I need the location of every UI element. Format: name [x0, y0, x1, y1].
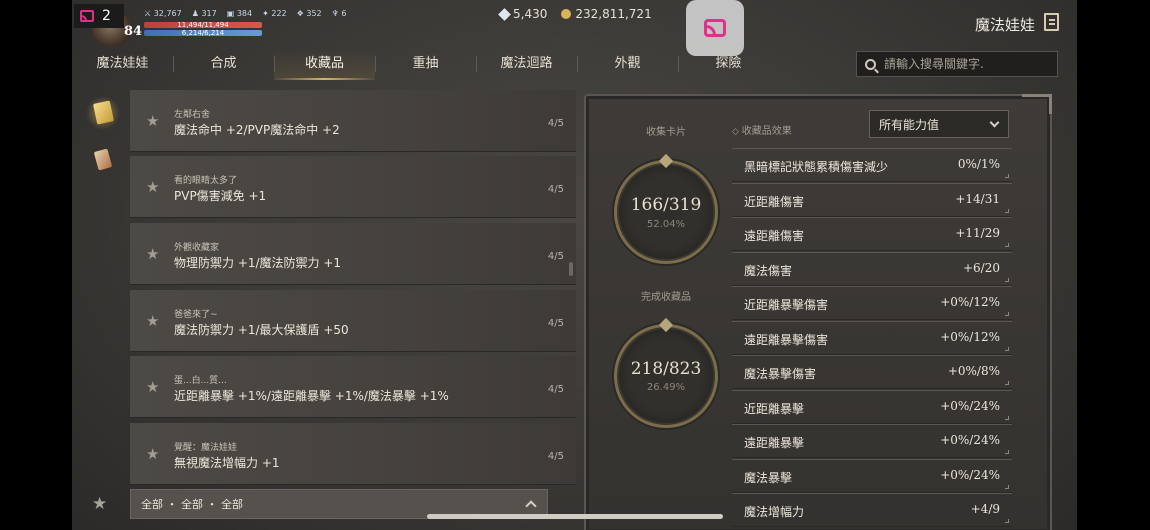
search-icon	[865, 58, 876, 70]
effect-row: 遠距離傷害 +11/29	[732, 217, 1012, 251]
item-title: 外觀收藏家	[174, 243, 220, 253]
item-progress: 4/5	[547, 251, 564, 262]
collection-list: ★ 左鄰右舍 魔法命中 +2/PVP魔法命中 +2 4/5 ★ 看的眼睛太多了 …	[130, 90, 576, 485]
list-item[interactable]: ★ 蛋...白...質... 近距離暴擊 +1%/遠距離暴擊 +1%/魔法暴擊 …	[130, 356, 576, 418]
effect-row: 魔法增幅力 +4/9	[732, 493, 1012, 527]
list-item[interactable]: ★ 左鄰右舍 魔法命中 +2/PVP魔法命中 +2 4/5	[130, 90, 576, 152]
hp-bar: 11,494/11,494	[144, 22, 262, 29]
cast-icon	[80, 10, 94, 22]
player-level: 84	[124, 24, 143, 39]
currency-bar: 5,430 232,811,721	[498, 7, 652, 21]
list-item[interactable]: ★ 覺醒：魔法娃娃 無視魔法增幅力 +1 4/5	[130, 423, 576, 485]
item-desc: 魔法防禦力 +1/最大保護盾 +50	[174, 323, 349, 337]
list-item[interactable]: ★ 爸爸來了~ 魔法防禦力 +1/最大保護盾 +50 4/5	[130, 290, 576, 352]
screen-cast-button[interactable]	[686, 0, 744, 56]
completed-label: 完成收藏品	[641, 292, 691, 303]
item-title: 蛋...白...質...	[174, 376, 227, 386]
tab-magic-circuit[interactable]: 魔法迴路	[476, 50, 577, 80]
page-title: 魔法娃娃	[974, 16, 1035, 34]
diamond-currency: 5,430	[498, 7, 547, 21]
effect-row: 魔法傷害 +6/20	[732, 252, 1012, 286]
chevron-up-icon	[525, 500, 537, 512]
player-stats-row: ⚔ 32,767 ♟ 317 ▣ 384 ✦ 222 ❖ 352 ♆ 6	[144, 9, 346, 18]
gold-currency: 232,811,721	[561, 7, 652, 21]
star-icon[interactable]: ★	[146, 112, 159, 130]
effect-row: 魔法暴擊傷害 +0%/8%	[732, 355, 1012, 389]
home-indicator[interactable]	[427, 514, 723, 519]
filter-label: 全部 ・ 全部 ・ 全部	[141, 498, 243, 511]
stat-d: ❖ 352	[296, 9, 322, 18]
search-input[interactable]	[884, 57, 1044, 71]
item-progress: 4/5	[547, 118, 564, 129]
cast-count: 2	[102, 8, 111, 24]
item-progress: 4/5	[547, 318, 564, 329]
panel-corner-ornament	[1022, 94, 1052, 114]
effect-row: 近距離暴擊 +0%/24%	[732, 390, 1012, 424]
gold-coin-icon	[561, 9, 572, 19]
tab-reroll[interactable]: 重抽	[375, 50, 476, 80]
chevron-down-icon	[989, 117, 1000, 128]
list-scrollbar[interactable]	[569, 262, 573, 276]
item-progress: 4/5	[547, 451, 564, 462]
gold-book-icon	[93, 100, 114, 125]
cards-label: 收集卡片	[646, 127, 686, 138]
category-red-book[interactable]	[86, 145, 120, 179]
item-desc: 魔法命中 +2/PVP魔法命中 +2	[174, 123, 340, 137]
stat-a: ♟ 317	[191, 9, 217, 18]
item-progress: 4/5	[547, 184, 564, 195]
list-item[interactable]: ★ 看的眼睛太多了 PVP傷害減免 +1 4/5	[130, 156, 576, 218]
item-title: 看的眼睛太多了	[174, 176, 238, 186]
tab-magic-doll[interactable]: 魔法娃娃	[72, 50, 173, 80]
search-box[interactable]	[856, 51, 1058, 77]
game-viewport: 84 ⚔ 32,767 ♟ 317 ▣ 384 ✦ 222 ❖ 352 ♆ 6 …	[72, 0, 1077, 530]
effect-row: 魔法暴擊 +0%/24%	[732, 459, 1012, 493]
tab-synthesis[interactable]: 合成	[173, 50, 274, 80]
star-icon[interactable]: ★	[146, 178, 159, 196]
star-icon[interactable]: ★	[146, 378, 159, 396]
effect-row: 近距離傷害 +14/31	[732, 183, 1012, 217]
star-icon[interactable]: ★	[146, 312, 159, 330]
effects-label: 收藏品效果	[732, 122, 792, 137]
completed-value: 218/823	[630, 359, 702, 379]
cast-icon	[704, 19, 726, 37]
completed-percent: 26.49%	[646, 382, 686, 393]
item-progress: 4/5	[547, 384, 564, 395]
cards-value: 166/319	[630, 195, 702, 215]
stat-filter-select[interactable]: 所有能力值	[869, 110, 1009, 138]
star-icon[interactable]: ★	[146, 445, 159, 463]
stat-b: ▣ 384	[226, 9, 253, 18]
item-title: 左鄰右舍	[174, 110, 211, 120]
power-stat: ⚔ 32,767	[144, 9, 182, 18]
effect-row: 遠距離暴擊傷害 +0%/12%	[732, 321, 1012, 355]
effect-row: 黑暗標記狀態累積傷害減少 0%/1%	[732, 148, 1012, 182]
diamond-icon	[498, 7, 511, 21]
select-value: 所有能力值	[879, 117, 940, 132]
item-desc: 近距離暴擊 +1%/遠距離暴擊 +1%/魔法暴擊 +1%	[174, 389, 449, 403]
item-desc: 物理防禦力 +1/魔法防禦力 +1	[174, 256, 342, 270]
favorite-star-icon[interactable]: ★	[92, 494, 107, 514]
effect-row: 近距離暴擊傷害 +0%/12%	[732, 286, 1012, 320]
exit-icon[interactable]	[1044, 13, 1059, 31]
tab-collection[interactable]: 收藏品	[274, 50, 375, 80]
item-title: 覺醒：魔法娃娃	[174, 443, 238, 453]
item-title: 爸爸來了~	[174, 310, 218, 320]
cards-percent: 52.04%	[646, 219, 686, 230]
category-gold-book[interactable]	[86, 96, 120, 130]
stat-e: ♆ 6	[331, 9, 347, 18]
list-item[interactable]: ★ 外觀收藏家 物理防禦力 +1/魔法防禦力 +1 4/5	[130, 223, 576, 285]
screen-cast-status[interactable]: 2	[74, 4, 124, 28]
mp-bar: 6,214/6,214	[144, 30, 262, 37]
tab-appearance[interactable]: 外觀	[577, 50, 678, 80]
item-desc: PVP傷害減免 +1	[174, 189, 267, 203]
item-desc: 無視魔法增幅力 +1	[174, 456, 280, 470]
stat-c: ✦ 222	[262, 9, 287, 18]
star-icon[interactable]: ★	[146, 245, 159, 263]
effect-row: 遠距離暴擊 +0%/24%	[732, 424, 1012, 458]
red-book-icon	[93, 148, 113, 171]
